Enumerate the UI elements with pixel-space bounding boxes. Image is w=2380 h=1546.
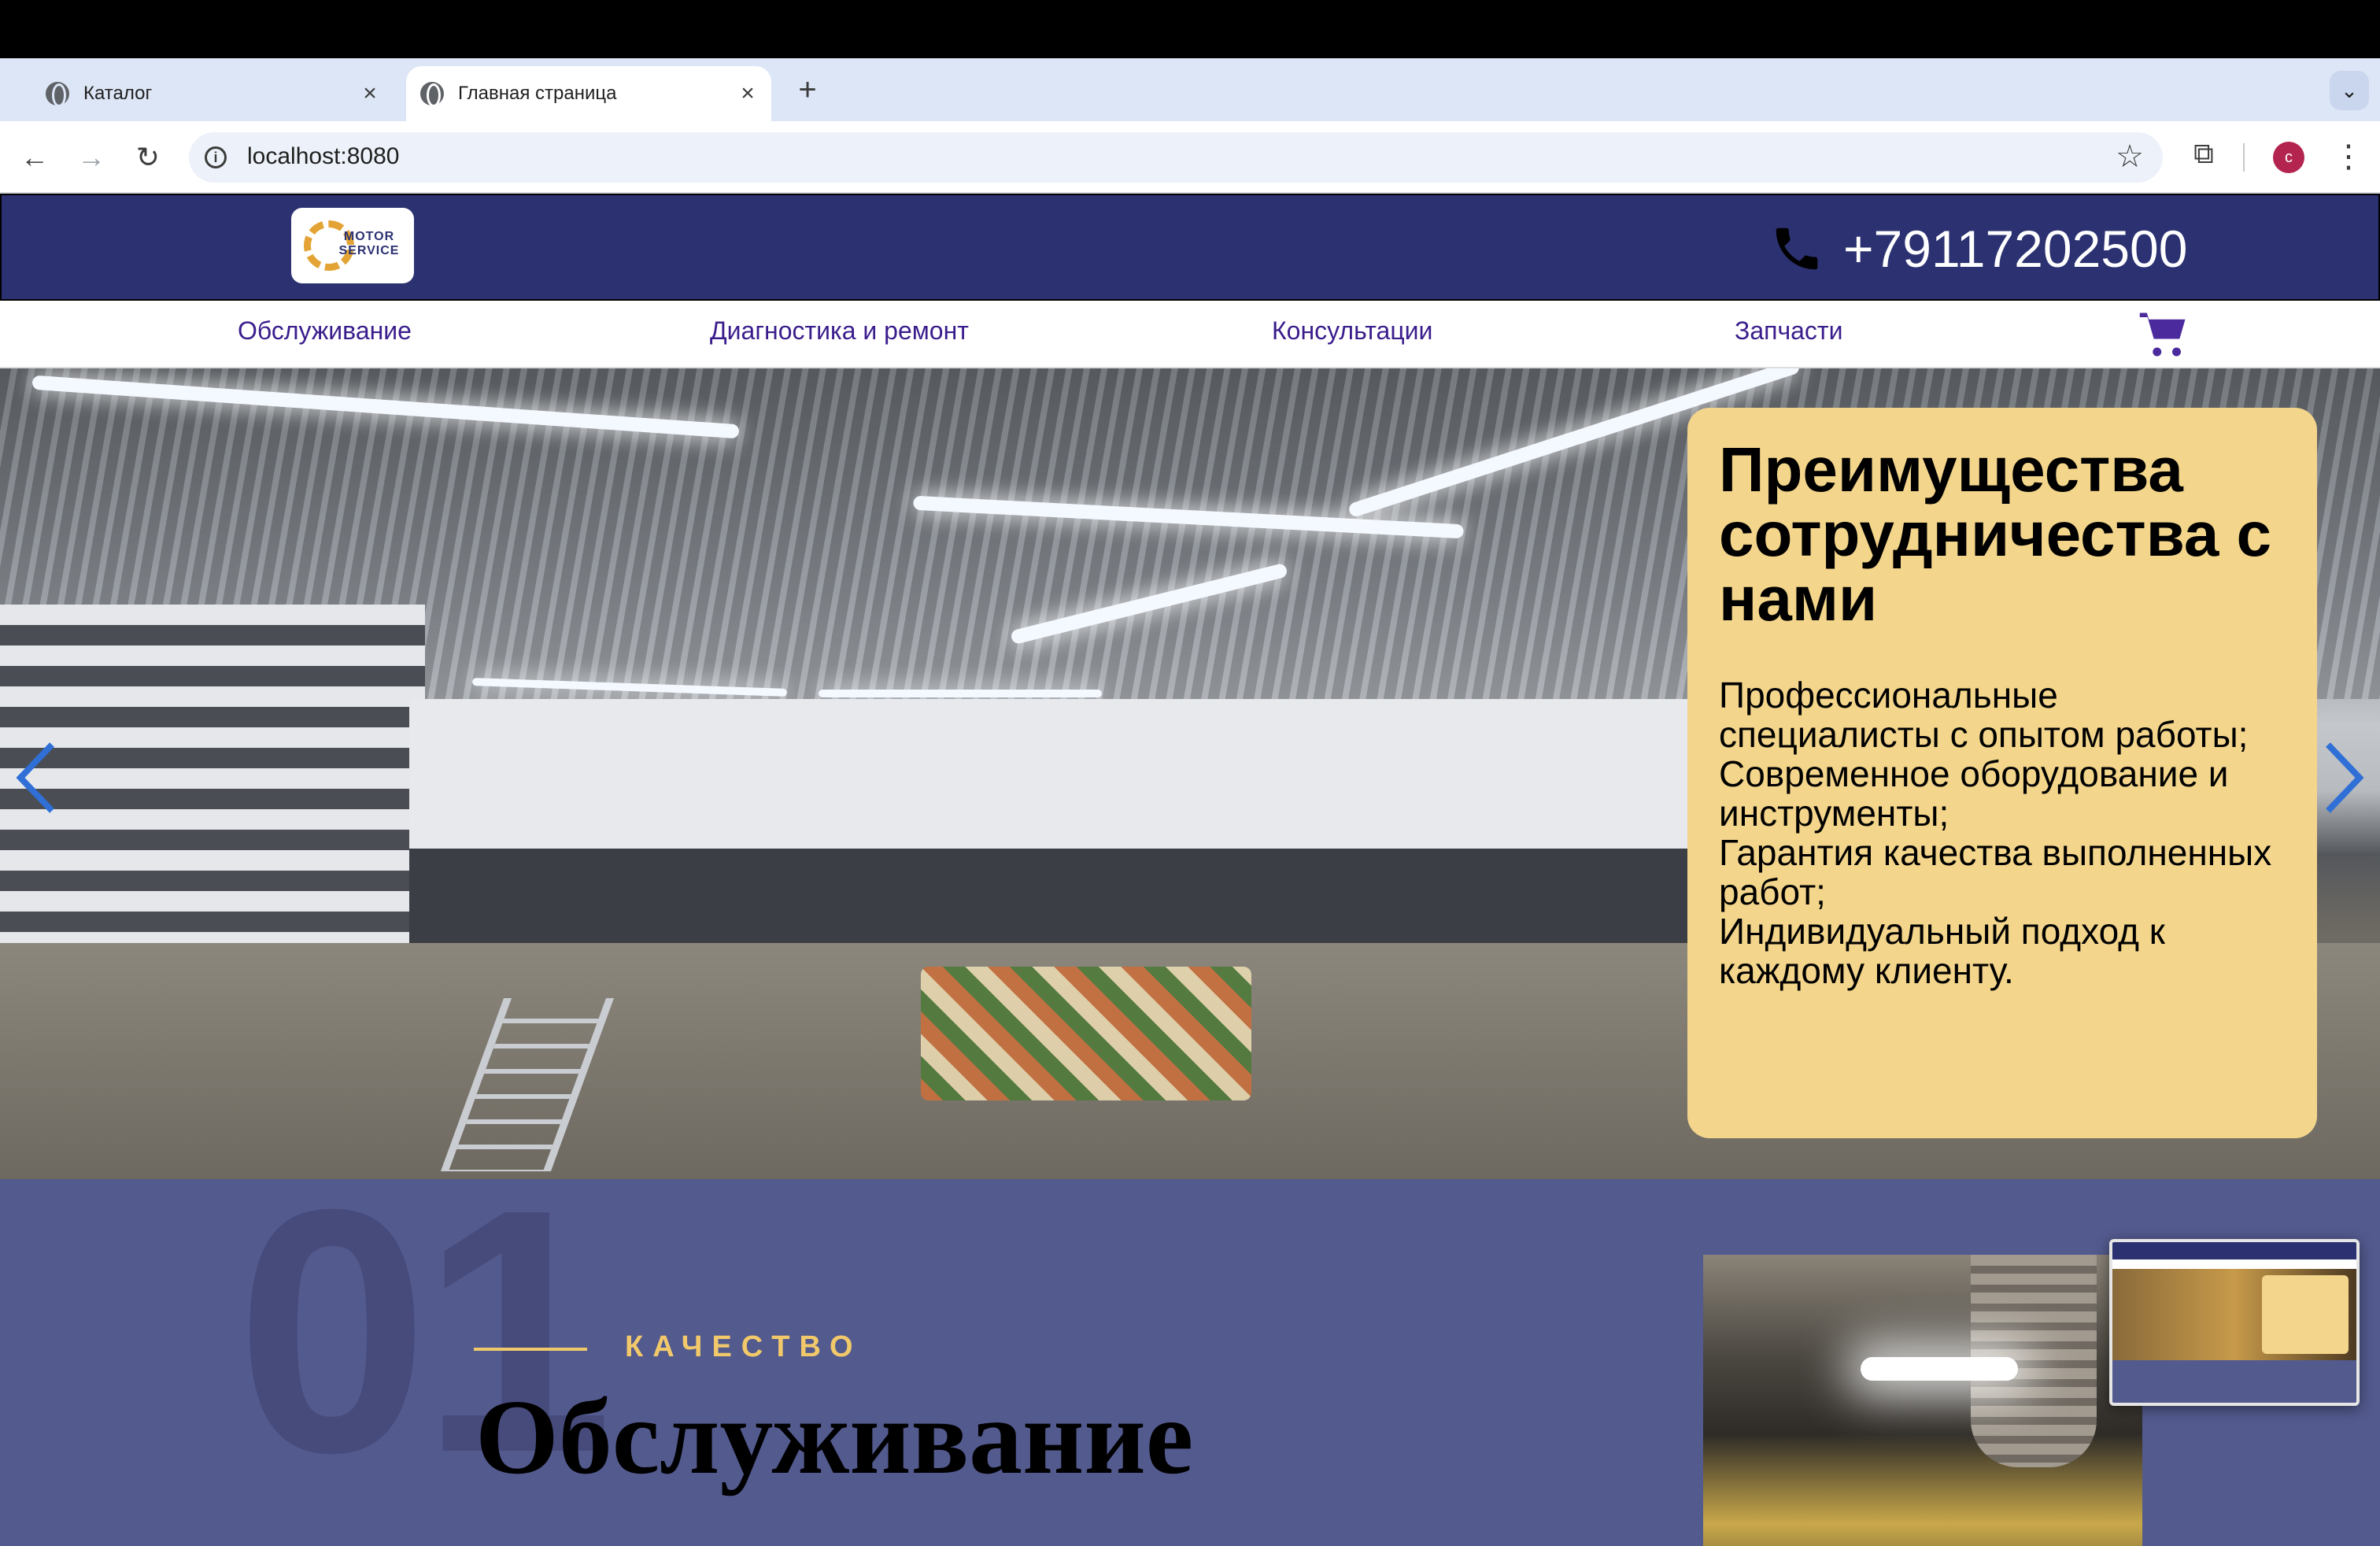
- screen-top-bar: [0, 0, 2380, 58]
- photo-lamp: [1861, 1357, 2018, 1381]
- hero-image-table: [921, 967, 1251, 1100]
- tab-home[interactable]: Главная страница ×: [406, 66, 771, 121]
- benefit-item: Профессиональные специалисты с опытом ра…: [1719, 675, 2249, 755]
- thumb-nav: [2112, 1259, 2356, 1269]
- phone-icon: [1776, 227, 1818, 270]
- tab-catalog[interactable]: Каталог ×: [31, 66, 394, 121]
- tab-search-button[interactable]: ⌄: [2330, 71, 2369, 110]
- benefits-card: Преимущества сотрудничества с нами Профе…: [1687, 408, 2317, 1138]
- url-text[interactable]: localhost:8080: [247, 143, 399, 170]
- section-photo: [1703, 1255, 2142, 1546]
- slider-prev-icon[interactable]: [11, 738, 58, 817]
- thumb-section: [2112, 1360, 2356, 1403]
- phone-contact[interactable]: +79117202500: [1769, 219, 2187, 279]
- nav-link-consultations[interactable]: Консультации: [1272, 316, 1432, 346]
- benefit-item: Гарантия качества выполненных работ;: [1719, 832, 2272, 912]
- service-section: 01 КАЧЕСТВО Обслуживание: [0, 1179, 2380, 1546]
- hero-image-wall: [0, 605, 425, 959]
- screenshot-thumbnail[interactable]: [2109, 1239, 2360, 1406]
- new-tab-button[interactable]: +: [790, 72, 825, 108]
- tab-title: Каталог: [83, 83, 153, 104]
- browser-tab-strip: Каталог × Главная страница × + ⌄: [0, 58, 2380, 121]
- nav-link-parts[interactable]: Запчасти: [1735, 316, 1842, 346]
- tab-title: Главная страница: [458, 83, 617, 104]
- extensions-icon[interactable]: ⧉: [2186, 137, 2221, 175]
- web-page: MOTOR SERVICE +79117202500 Обслуживание …: [0, 194, 2380, 1546]
- site-header: MOTOR SERVICE +79117202500: [0, 194, 2380, 301]
- site-logo[interactable]: MOTOR SERVICE: [291, 208, 414, 283]
- reload-button[interactable]: ↻: [129, 139, 167, 176]
- browser-menu-icon[interactable]: ⋮: [2333, 137, 2364, 176]
- cart-icon[interactable]: [2138, 309, 2190, 361]
- section-divider: [474, 1348, 587, 1351]
- hero-image-wall: [409, 849, 1747, 943]
- nav-link-diagnostics[interactable]: Диагностика и ремонт: [710, 316, 969, 346]
- browser-toolbar: ← → ↻ i localhost:8080 ☆ ⧉ c ⋮: [0, 121, 2380, 194]
- globe-icon: [46, 82, 69, 107]
- back-button[interactable]: ←: [16, 139, 54, 176]
- globe-icon: [420, 82, 444, 107]
- toolbar-divider: [2243, 143, 2245, 172]
- hero-slider: Преимущества сотрудничества с нами Профе…: [0, 368, 2380, 1179]
- hero-image-light: [819, 690, 1102, 697]
- nav-link-service[interactable]: Обслуживание: [238, 316, 412, 346]
- close-icon[interactable]: ×: [354, 80, 386, 107]
- section-title: Обслуживание: [475, 1378, 1194, 1496]
- slider-next-icon[interactable]: [2322, 738, 2369, 817]
- info-icon[interactable]: i: [205, 146, 227, 168]
- phone-number[interactable]: +79117202500: [1843, 219, 2187, 279]
- site-nav: Обслуживание Диагностика и ремонт Консул…: [0, 301, 2380, 368]
- profile-avatar[interactable]: c: [2273, 142, 2304, 173]
- benefit-item: Индивидуальный подход к каждому клиенту.: [1719, 911, 2165, 991]
- section-eyebrow: КАЧЕСТВО: [625, 1330, 863, 1363]
- close-icon[interactable]: ×: [732, 80, 763, 107]
- logo-text: MOTOR SERVICE: [338, 230, 400, 257]
- forward-button[interactable]: →: [72, 139, 110, 176]
- address-bar[interactable]: i localhost:8080 ☆: [189, 132, 2163, 183]
- benefits-title: Преимущества сотрудничества с нами: [1719, 435, 2272, 634]
- bookmark-star-icon[interactable]: ☆: [2116, 139, 2144, 175]
- benefit-item: Современное оборудование и инструменты;: [1719, 753, 2229, 834]
- thumb-header: [2112, 1242, 2356, 1259]
- thumb-hero: [2112, 1269, 2356, 1360]
- hero-image-wall: [409, 699, 1747, 849]
